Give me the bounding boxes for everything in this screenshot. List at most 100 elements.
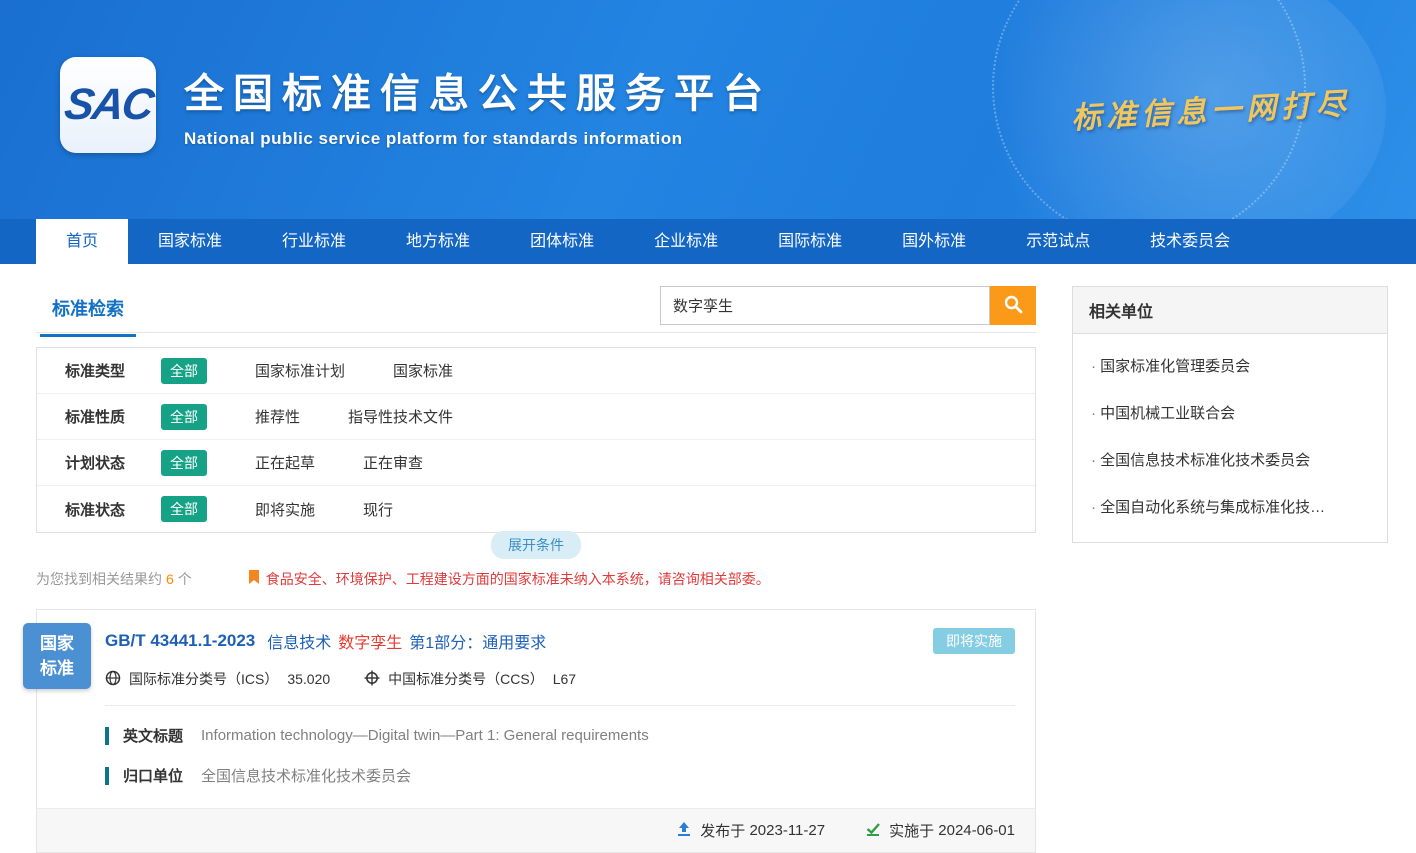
ccs-value: L67 xyxy=(553,671,576,687)
nav-item-national-standards[interactable]: 国家标准 xyxy=(128,219,252,264)
filter-all-button[interactable]: 全部 xyxy=(161,404,207,430)
filter-row-standard-status: 标准状态 全部 即将实施 现行 xyxy=(37,486,1035,532)
site-titles: 全国标准信息公共服务平台 National public service pla… xyxy=(184,61,772,149)
ccs-group: 中国标准分类号（CCS） L67 xyxy=(364,669,576,689)
content: 标准检索 标准类型 全部 国家标准计划 国家标准 标准性质 全部 xyxy=(0,264,1416,853)
publish-date-group: 发布于 2023-11-27 xyxy=(676,820,825,841)
filter-label: 标准性质 xyxy=(65,406,161,427)
site-header: SAC 全国标准信息公共服务平台 National public service… xyxy=(0,0,1416,219)
filter-row-plan-status: 计划状态 全部 正在起草 正在审查 xyxy=(37,440,1035,486)
main-nav: 首页 国家标准 行业标准 地方标准 团体标准 企业标准 国际标准 国外标准 示范… xyxy=(0,219,1416,264)
related-unit-link[interactable]: 国家标准化管理委员会 xyxy=(1089,342,1371,389)
filter-option[interactable]: 推荐性 xyxy=(255,406,300,427)
nav-item-home[interactable]: 首页 xyxy=(36,219,128,264)
nav-item-international-standards[interactable]: 国际标准 xyxy=(748,219,872,264)
filter-label: 标准类型 xyxy=(65,360,161,381)
card-divider xyxy=(105,705,1015,706)
results-count-number: 6 xyxy=(166,571,174,587)
site-title-cn: 全国标准信息公共服务平台 xyxy=(184,61,772,119)
sac-logo: SAC xyxy=(60,57,156,153)
main-column: 标准检索 标准类型 全部 国家标准计划 国家标准 标准性质 全部 xyxy=(36,286,1036,853)
notice: 食品安全、环境保护、工程建设方面的国家标准未纳入本系统，请咨询相关部委。 xyxy=(248,569,770,589)
tab-standard-search[interactable]: 标准检索 xyxy=(40,286,136,337)
related-unit-link[interactable]: 全国信息技术标准化技术委员会 xyxy=(1089,436,1371,483)
standard-title-part: 信息技术 xyxy=(267,629,331,653)
filter-all-button[interactable]: 全部 xyxy=(161,450,207,476)
implement-date-group: 实施于 2024-06-01 xyxy=(865,820,1015,841)
english-title-value: Information technology—Digital twin—Part… xyxy=(201,727,649,744)
sac-logo-text: SAC xyxy=(61,80,155,130)
search-header: 标准检索 xyxy=(36,286,1036,333)
result-card: 国家 标准 GB/T 43441.1-2023 信息技术 数字孪生 第1部分：通… xyxy=(36,609,1036,853)
publish-icon xyxy=(676,821,700,841)
related-units-list: 国家标准化管理委员会 中国机械工业联合会 全国信息技术标准化技术委员会 全国自动… xyxy=(1073,334,1387,542)
filter-option[interactable]: 指导性技术文件 xyxy=(348,406,453,427)
ics-group: 国际标准分类号（ICS） 35.020 xyxy=(105,669,330,689)
results-count-suffix: 个 xyxy=(178,571,192,587)
filter-option[interactable]: 正在起草 xyxy=(255,452,315,473)
standard-title-part: 第1部分：通用要求 xyxy=(409,629,546,653)
ccs-label: 中国标准分类号（CCS） xyxy=(388,669,544,689)
status-badge: 即将实施 xyxy=(933,628,1015,654)
flag-icon xyxy=(248,570,266,588)
filter-option[interactable]: 正在审查 xyxy=(363,452,423,473)
results-row: 为您找到相关结果约6个 食品安全、环境保护、工程建设方面的国家标准未纳入本系统，… xyxy=(36,569,1036,589)
filter-all-button[interactable]: 全部 xyxy=(161,358,207,384)
badge-line-1: 国家 xyxy=(40,631,74,657)
national-standard-badge: 国家 标准 xyxy=(23,623,91,689)
card-meta: 国际标准分类号（ICS） 35.020 中国标准分类号（CCS） L67 xyxy=(105,669,1035,689)
sidebar: 相关单位 国家标准化管理委员会 中国机械工业联合会 全国信息技术标准化技术委员会… xyxy=(1072,286,1388,853)
related-units-box: 相关单位 国家标准化管理委员会 中国机械工业联合会 全国信息技术标准化技术委员会… xyxy=(1072,286,1388,543)
filter-label: 标准状态 xyxy=(65,499,161,520)
check-icon xyxy=(865,821,889,841)
standard-code: GB/T 43441.1-2023 xyxy=(105,631,255,651)
filter-row-standard-type: 标准类型 全部 国家标准计划 国家标准 xyxy=(37,348,1035,394)
related-unit-link[interactable]: 中国机械工业联合会 xyxy=(1089,389,1371,436)
badge-line-2: 标准 xyxy=(40,656,74,682)
expand-conditions-button[interactable]: 展开条件 xyxy=(491,531,581,559)
filter-all-button[interactable]: 全部 xyxy=(161,496,207,522)
english-title-label: 英文标题 xyxy=(123,725,183,746)
nav-item-technical-committee[interactable]: 技术委员会 xyxy=(1120,219,1260,264)
site-title-en: National public service platform for sta… xyxy=(184,129,772,149)
results-count: 为您找到相关结果约6个 xyxy=(36,569,192,589)
filter-option[interactable]: 即将实施 xyxy=(255,499,315,520)
nav-item-industry-standards[interactable]: 行业标准 xyxy=(252,219,376,264)
field-accent-bar xyxy=(105,767,109,785)
field-accent-bar xyxy=(105,727,109,745)
filter-option[interactable]: 国家标准计划 xyxy=(255,360,345,381)
english-title-field: 英文标题 Information technology—Digital twin… xyxy=(105,725,1035,746)
publish-label: 发布于 xyxy=(700,820,745,841)
brand: SAC 全国标准信息公共服务平台 National public service… xyxy=(60,57,772,153)
search-button[interactable] xyxy=(990,286,1036,325)
results-count-prefix: 为您找到相关结果约 xyxy=(36,571,162,587)
card-footer: 发布于 2023-11-27 实施于 2024-06-01 xyxy=(37,808,1035,852)
globe-icon xyxy=(105,670,129,689)
nav-item-group-standards[interactable]: 团体标准 xyxy=(500,219,624,264)
filter-option[interactable]: 国家标准 xyxy=(393,360,453,381)
standard-title-link[interactable]: GB/T 43441.1-2023 信息技术 数字孪生 第1部分：通用要求 即将… xyxy=(105,610,1035,654)
search-input[interactable] xyxy=(660,286,990,325)
header-slogan: 标准信息一网打尽 xyxy=(1070,79,1352,138)
org-value: 全国信息技术标准化技术委员会 xyxy=(201,765,411,786)
search-box xyxy=(660,286,1036,325)
standard-title-highlight: 数字孪生 xyxy=(338,629,402,653)
nav-item-enterprise-standards[interactable]: 企业标准 xyxy=(624,219,748,264)
ics-value: 35.020 xyxy=(287,671,330,687)
implement-date: 2024-06-01 xyxy=(938,822,1015,839)
crosshair-icon xyxy=(364,670,388,689)
org-label: 归口单位 xyxy=(123,765,183,786)
implement-label: 实施于 xyxy=(889,820,934,841)
nav-item-pilot[interactable]: 示范试点 xyxy=(996,219,1120,264)
search-icon xyxy=(1003,294,1023,317)
org-field: 归口单位 全国信息技术标准化技术委员会 xyxy=(105,765,1035,786)
notice-text: 食品安全、环境保护、工程建设方面的国家标准未纳入本系统，请咨询相关部委。 xyxy=(266,569,770,589)
nav-item-foreign-standards[interactable]: 国外标准 xyxy=(872,219,996,264)
ics-label: 国际标准分类号（ICS） xyxy=(129,669,278,689)
publish-date: 2023-11-27 xyxy=(749,822,825,839)
filter-box: 标准类型 全部 国家标准计划 国家标准 标准性质 全部 推荐性 指导性技术文件 … xyxy=(36,347,1036,533)
filter-option[interactable]: 现行 xyxy=(363,499,393,520)
related-unit-link[interactable]: 全国自动化系统与集成标准化技… xyxy=(1089,483,1371,530)
nav-item-local-standards[interactable]: 地方标准 xyxy=(376,219,500,264)
filter-row-standard-nature: 标准性质 全部 推荐性 指导性技术文件 xyxy=(37,394,1035,440)
